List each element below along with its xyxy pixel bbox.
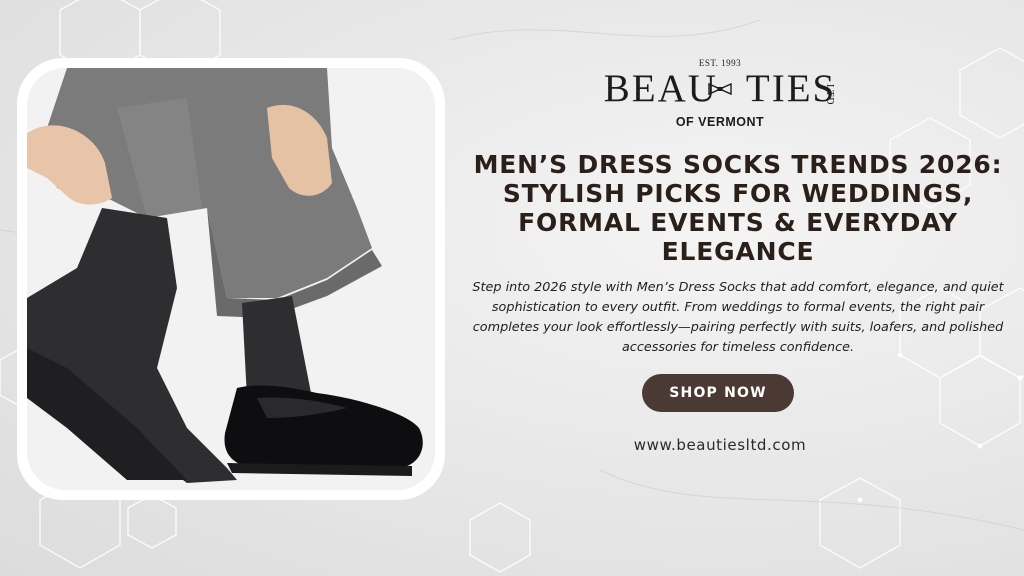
product-photo (27, 68, 435, 490)
logo-brand-right: TIES (745, 67, 837, 110)
logo-location: OF VERMONT (675, 115, 765, 129)
website-link[interactable]: www.beautiesltd.com (560, 436, 880, 454)
page-description: Step into 2026 style with Men’s Dress So… (472, 280, 1004, 355)
bowtie-icon (708, 82, 732, 96)
page-headline: MEN’S DRESS SOCKS TRENDS 2026: STYLISH P… (473, 150, 1003, 266)
shop-now-button[interactable]: SHOP NOW (642, 374, 794, 412)
logo-brand-left: BEAU (603, 67, 718, 110)
dress-socks-illustration (27, 68, 435, 490)
logo-ltd: LTD (824, 84, 835, 106)
brand-logo[interactable]: EST. 1993 BEAU TIES LTD OF VERMONT (580, 58, 860, 133)
product-photo-frame (17, 58, 445, 500)
